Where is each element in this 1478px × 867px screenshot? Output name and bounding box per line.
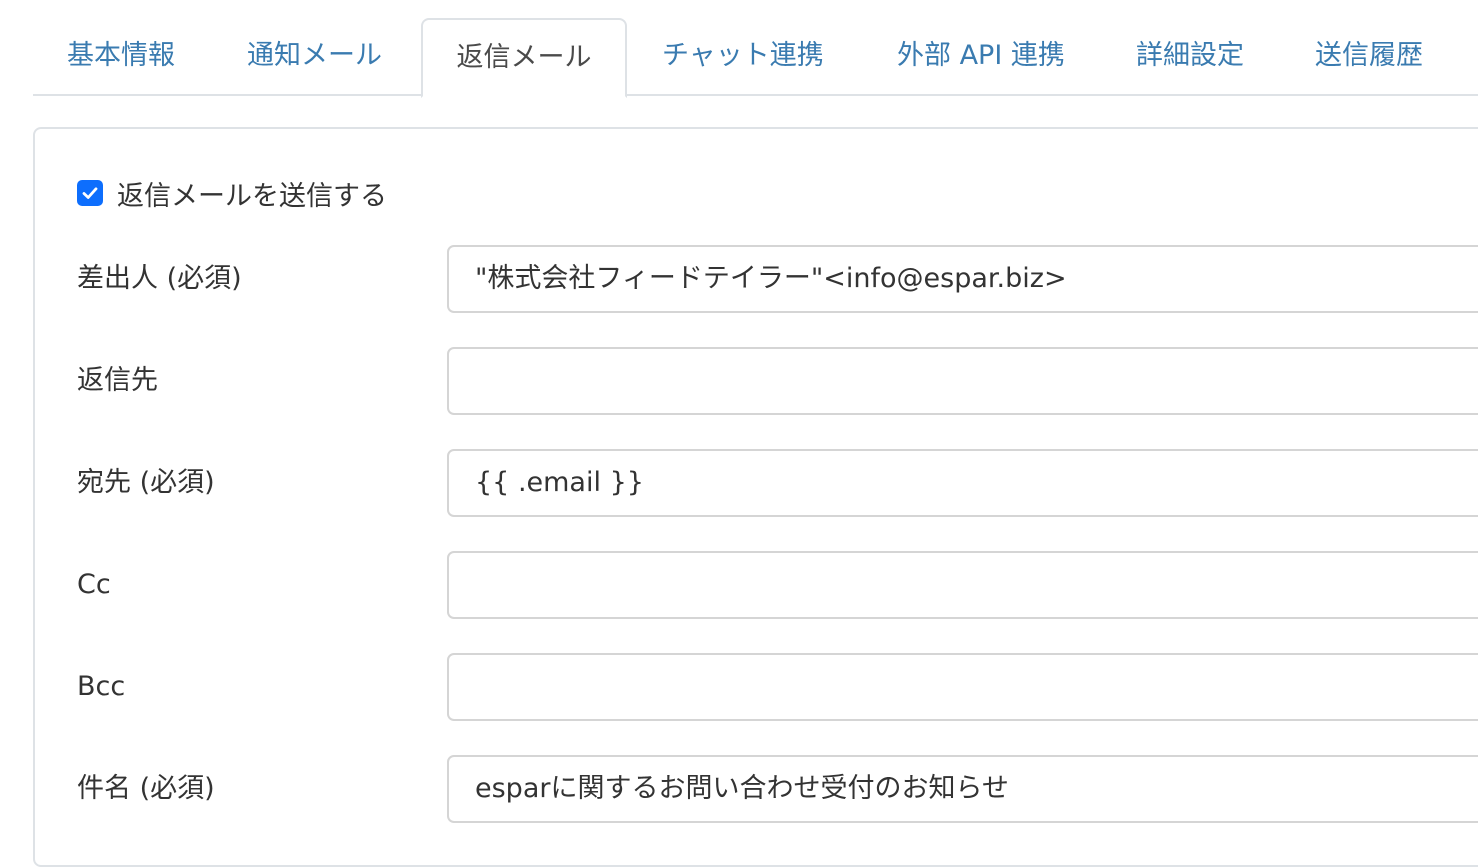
tab-send-history[interactable]: 送信履歴 xyxy=(1315,18,1423,96)
subject-label: 件名 (必須) xyxy=(77,773,215,804)
to-label: 宛先 (必須) xyxy=(77,467,215,498)
cc-label: Cc xyxy=(77,569,111,600)
cc-input[interactable] xyxy=(447,551,1478,619)
to-input[interactable]: {{ .email }} xyxy=(447,449,1478,517)
from-label: 差出人 (必須) xyxy=(77,263,242,294)
reply-to-label: 返信先 xyxy=(77,365,158,396)
tab-basic-info[interactable]: 基本情報 xyxy=(67,18,175,96)
tab-chat-integration[interactable]: チャット連携 xyxy=(662,18,824,96)
tab-external-api[interactable]: 外部 API 連携 xyxy=(897,18,1065,96)
send-reply-option[interactable]: 返信メールを送信する xyxy=(77,173,387,213)
send-reply-checkbox[interactable] xyxy=(77,180,103,206)
bcc-input[interactable] xyxy=(447,653,1478,721)
reply-to-input[interactable] xyxy=(447,347,1478,415)
tab-bar: 基本情報 通知メール 返信メール チャット連携 外部 API 連携 詳細設定 送… xyxy=(33,18,1478,98)
tab-reply-mail[interactable]: 返信メール xyxy=(421,18,627,98)
bcc-label: Bcc xyxy=(77,671,126,702)
from-input[interactable]: "株式会社フィードテイラー"<info@espar.biz> xyxy=(447,245,1478,313)
checkmark-icon xyxy=(82,187,98,199)
send-reply-label: 返信メールを送信する xyxy=(117,180,387,212)
reply-mail-panel: 返信メールを送信する 差出人 (必須) "株式会社フィードテイラー"<info@… xyxy=(33,127,1478,867)
subject-input[interactable]: esparに関するお問い合わせ受付のお知らせ xyxy=(447,755,1478,823)
tab-notification-mail[interactable]: 通知メール xyxy=(247,18,382,96)
tab-advanced-settings[interactable]: 詳細設定 xyxy=(1136,18,1244,96)
